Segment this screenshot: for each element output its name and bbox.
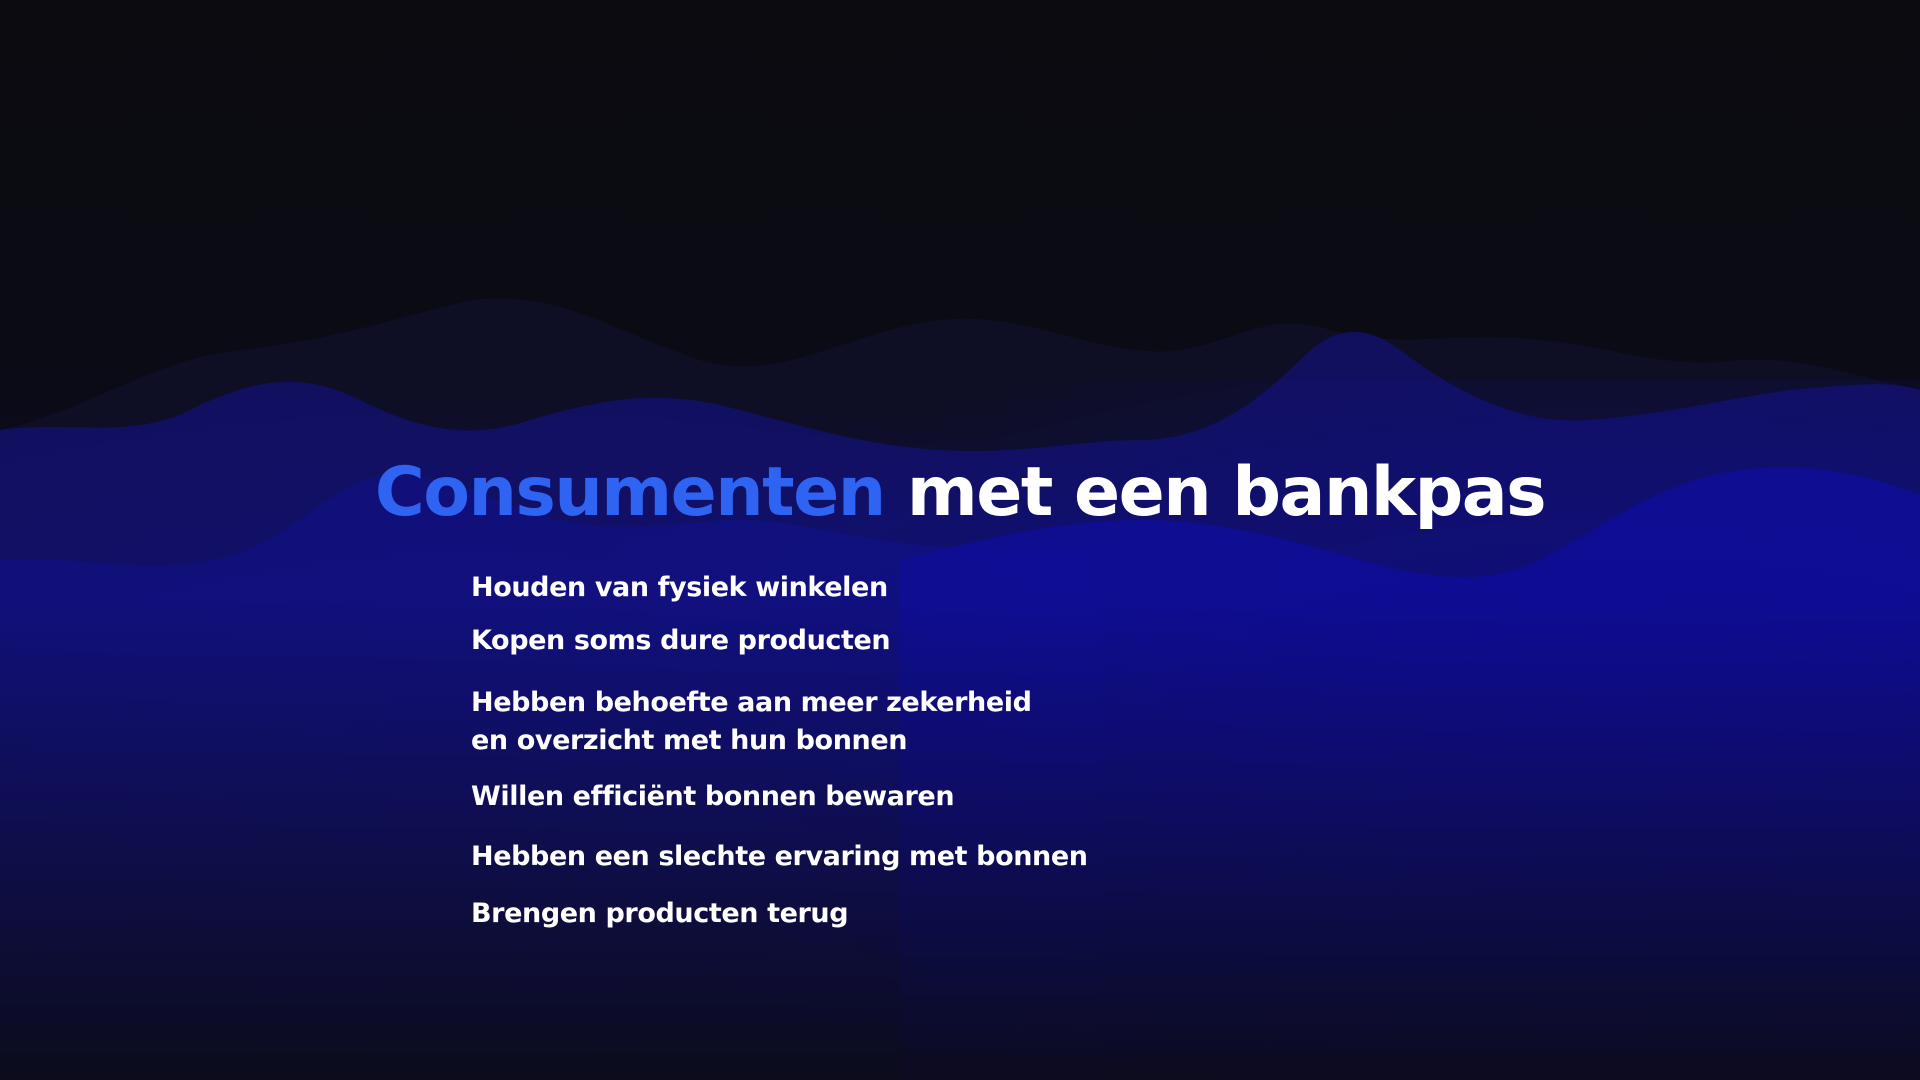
list-item: Kopen soms dure producten xyxy=(471,625,891,656)
list-item: Hebben een slechte ervaring met bonnen xyxy=(471,841,1088,872)
title-accent: Consumenten xyxy=(374,453,886,532)
slide-title: Consumenten met een bankpas xyxy=(0,448,1920,538)
list-item-line: en overzicht met hun bonnen xyxy=(471,725,908,756)
list-item: Brengen producten terug xyxy=(471,898,849,929)
slide: Consumenten met een bankpas Houden van f… xyxy=(0,0,1920,1080)
content: Consumenten met een bankpas Houden van f… xyxy=(0,0,1920,1080)
list-item: Willen efficiënt bonnen bewaren xyxy=(471,781,955,812)
list-item: Houden van fysiek winkelen xyxy=(471,572,888,603)
title-rest: met een bankpas xyxy=(906,453,1547,532)
list-item-line: Hebben behoefte aan meer zekerheid xyxy=(471,687,1032,718)
list-item: Hebben behoefte aan meer zekerheid en ov… xyxy=(471,684,1032,760)
